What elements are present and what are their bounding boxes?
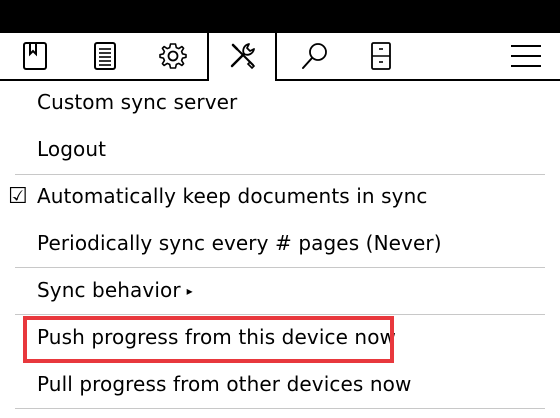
submenu-arrow-icon: ▸ (186, 284, 193, 298)
hamburger-menu-icon (509, 42, 543, 70)
menu-item-label: Logout (37, 137, 107, 161)
gear-icon (158, 41, 188, 71)
tab-bookmark[interactable] (10, 33, 60, 79)
bookmark-icon (22, 41, 48, 71)
menu-item-periodic-sync[interactable]: Periodically sync every # pages (Never) (0, 221, 560, 267)
active-tab-left-border (207, 33, 209, 81)
tab-menu[interactable] (500, 33, 552, 79)
sync-behavior-text: Sync behavior (37, 278, 181, 302)
tab-settings[interactable] (148, 33, 198, 79)
menu-item-label: Pull progress from other devices now (37, 372, 412, 396)
checkbox-checked-icon[interactable]: ☑ (8, 184, 28, 209)
document-lines-icon (92, 41, 118, 71)
top-status-bar (0, 0, 560, 33)
tab-search[interactable] (290, 33, 340, 79)
menu-divider (15, 408, 545, 409)
menu-item-label: Custom sync server (37, 90, 238, 114)
menu-item-sync-behavior[interactable]: Sync behavior ▸ (0, 268, 560, 314)
active-tab-right-border (275, 33, 277, 81)
highlight-box (23, 316, 394, 363)
menu-item-label: Periodically sync every # pages (Never) (37, 231, 442, 255)
menu-item-auto-sync[interactable]: ☑ Automatically keep documents in sync (0, 174, 560, 220)
menu-item-pull-progress[interactable]: Pull progress from other devices now (0, 362, 560, 408)
menu-item-custom-sync-server[interactable]: Custom sync server (0, 80, 560, 126)
menu-item-logout[interactable]: Logout (0, 127, 560, 173)
tab-bar (0, 33, 560, 81)
menu-item-label: Sync behavior ▸ (37, 278, 193, 302)
tab-tools[interactable] (214, 33, 272, 79)
tab-filing[interactable] (356, 33, 406, 79)
filing-cabinet-icon (369, 41, 393, 71)
menu-item-label: Automatically keep documents in sync (37, 184, 428, 208)
tab-document[interactable] (80, 33, 130, 79)
search-icon (300, 41, 330, 71)
tools-icon (227, 40, 259, 72)
